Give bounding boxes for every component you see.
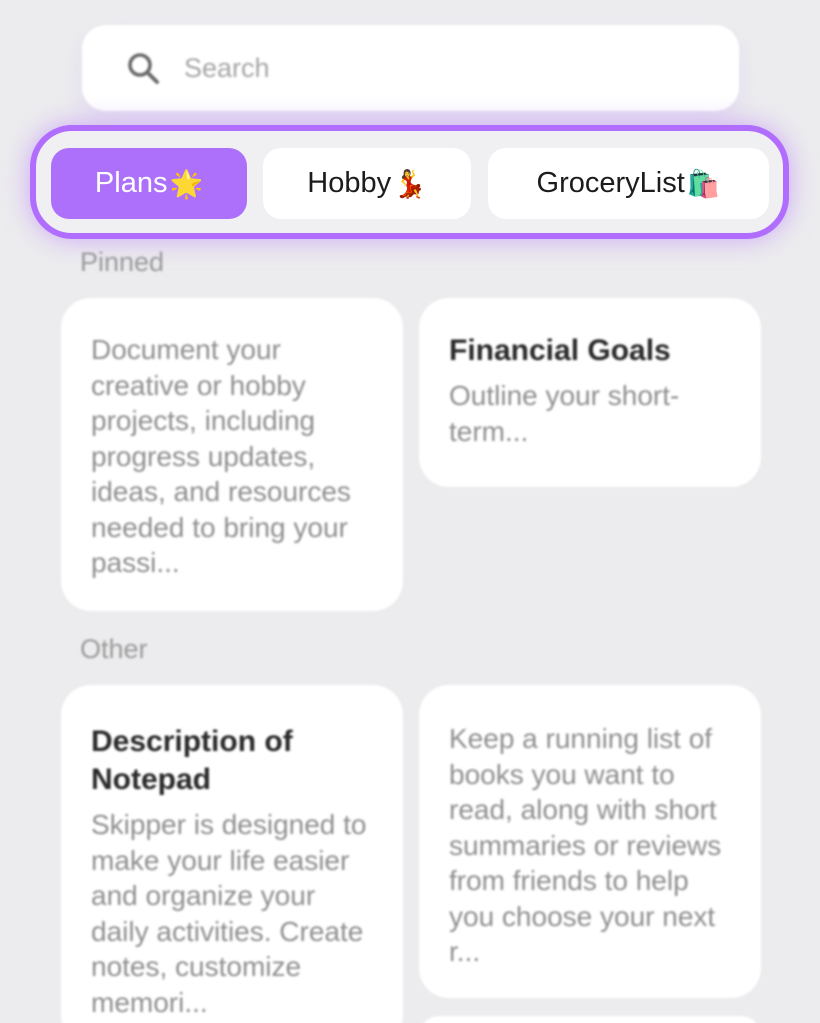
note-body: Document your creative or hobby projects… [91,334,351,578]
note-card[interactable]: Description of Notepad Skipper is design… [61,685,403,1023]
category-tabs: Plans 🌟 Hobby 💃 GroceryList 🛍️ [30,125,789,239]
section-label-other: Other [80,634,148,664]
tab-plans[interactable]: Plans 🌟 [51,148,247,219]
note-title: Description of Notepad [91,725,293,796]
tab-label: Plans [94,167,168,199]
section-label-pinned: Pinned [80,247,165,277]
note-title: Financial Goals [449,334,671,367]
tab-label: GroceryList [536,167,685,199]
star-emoji-icon: 🌟 [169,168,204,199]
search-placeholder[interactable]: Search [184,53,270,84]
tab-grocerylist[interactable]: GroceryList 🛍️ [488,148,769,219]
tab-label: Hobby [307,167,392,199]
shopping-bags-emoji-icon: 🛍️ [686,168,721,199]
note-card[interactable] [419,1016,761,1023]
tab-hobby[interactable]: Hobby 💃 [263,148,471,219]
search-icon [124,49,162,87]
note-body: Outline your short-term... [449,380,680,447]
note-card[interactable]: Financial Goals Outline your short-term.… [419,298,761,487]
note-body: Keep a running list of books you want to… [449,723,722,967]
note-card[interactable]: Document your creative or hobby projects… [61,298,403,611]
dancer-emoji-icon: 💃 [393,168,427,199]
notes-screen: Search Plans 🌟 Hobby 💃 GroceryList 🛍️ Pinne… [0,0,820,1023]
note-body: Skipper is designed to make your life ea… [91,809,367,1018]
search-bar[interactable]: Search [82,25,739,111]
note-card[interactable]: Keep a running list of books you want to… [419,685,761,998]
